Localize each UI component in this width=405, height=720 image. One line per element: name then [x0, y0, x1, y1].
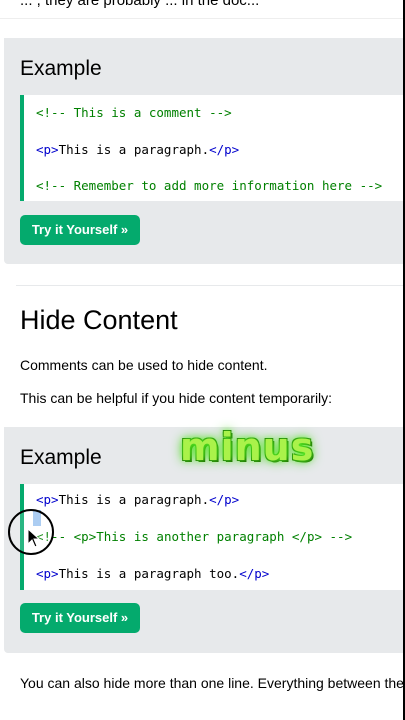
section-divider [16, 285, 405, 286]
code-line-paragraph: <p>This is a paragraph.</p> [36, 492, 240, 507]
cutoff-text: ... , they are probably ... in the doc..… [20, 0, 260, 9]
example-title: Example [20, 57, 102, 80]
paragraph-intro: Comments can be used to hide content. [20, 357, 268, 373]
code-block: <!-- This is a comment --> <p>This is a … [20, 95, 405, 201]
video-caption-overlay: minus [180, 425, 315, 469]
code-line-hidden-paragraph: <!-- <p>This is another paragraph </p> -… [36, 529, 353, 544]
mouse-pointer-icon [27, 528, 41, 548]
code-line-comment: <!-- This is a comment --> [36, 105, 232, 120]
try-it-yourself-button[interactable]: Try it Yourself » [20, 215, 140, 245]
section-heading: Hide Content [20, 305, 178, 335]
example-box-comments: Example <!-- This is a comment --> <p>Th… [4, 38, 405, 264]
paragraph-multiline: You can also hide more than one line. Ev… [20, 675, 404, 691]
code-line-paragraph-too: <p>This is a paragraph too.</p> [36, 566, 270, 581]
previous-paragraph-cutoff: ... , they are probably ... in the doc..… [0, 0, 405, 19]
try-it-yourself-button[interactable]: Try it Yourself » [20, 603, 140, 633]
code-block: <p>This is a paragraph.</p> <!-- <p>This… [20, 484, 405, 590]
code-line-comment-reminder: <!-- Remember to add more information he… [36, 178, 383, 193]
example-title: Example [20, 446, 102, 469]
paragraph-helpful: This can be helpful if you hide content … [20, 390, 333, 406]
tutorial-page: ... , they are probably ... in the doc..… [0, 0, 405, 720]
code-line-paragraph: <p>This is a paragraph.</p> [36, 142, 240, 157]
